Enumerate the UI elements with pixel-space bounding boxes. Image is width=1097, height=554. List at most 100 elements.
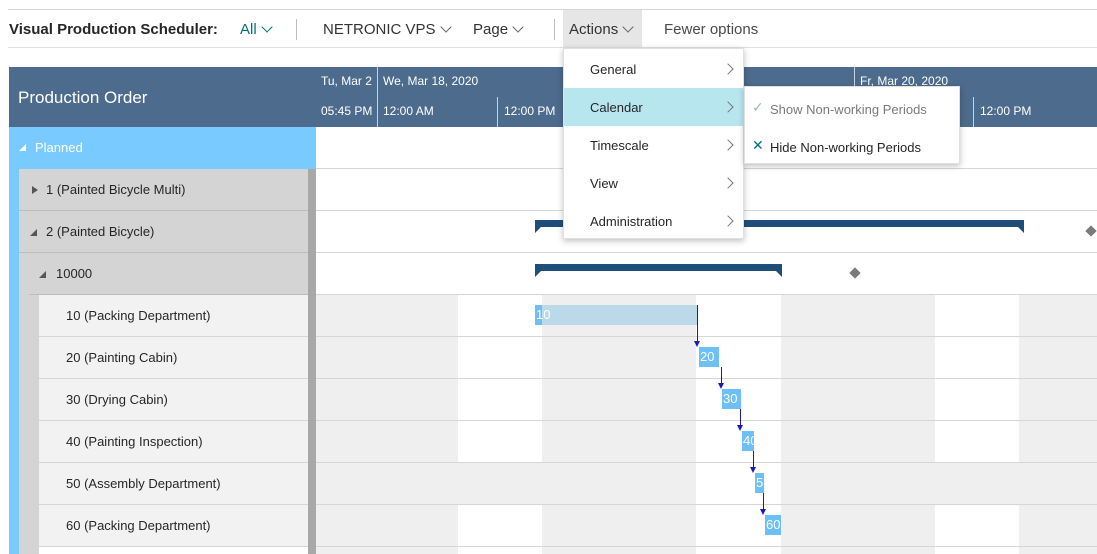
- action-bar: Visual Production Scheduler: All NETRONI…: [0, 0, 1097, 48]
- actions-dropdown: General Calendar Timescale View Administ…: [563, 48, 744, 239]
- netronic-vps-label: NETRONIC VPS: [323, 21, 436, 38]
- operation-row[interactable]: 50 (Assembly Department): [39, 463, 308, 505]
- non-working-period: [786, 463, 1024, 505]
- grid-header: Production Order: [9, 67, 316, 127]
- netronic-vps-menu[interactable]: NETRONIC VPS: [323, 21, 452, 38]
- menu-item-label: Calendar: [590, 100, 643, 115]
- order-label: 2 (Painted Bicycle): [46, 224, 155, 239]
- time-divider: [973, 97, 974, 127]
- group-label: Planned: [35, 140, 83, 155]
- non-working-period: [542, 295, 696, 554]
- time-divider: [497, 97, 498, 127]
- filter-all-dropdown[interactable]: All: [240, 21, 273, 38]
- collapse-triangle-icon[interactable]: [39, 271, 46, 278]
- operation-row[interactable]: 20 (Painting Cabin): [39, 337, 308, 379]
- menu-item-view[interactable]: View: [564, 164, 743, 202]
- order-indent-stripe: [19, 253, 39, 554]
- page-title: Visual Production Scheduler:: [9, 21, 218, 38]
- show-non-working-periods[interactable]: ✓ Show Non-working Periods: [745, 88, 959, 126]
- non-working-period: [1019, 295, 1097, 554]
- order-row[interactable]: 2 (Painted Bicycle): [19, 211, 308, 253]
- row-line: [316, 462, 1097, 463]
- filter-all-label: All: [240, 21, 257, 38]
- operation-label: 20 (Painting Cabin): [66, 350, 178, 365]
- page-menu-label: Page: [473, 21, 509, 38]
- non-working-period: [316, 295, 458, 554]
- dependency-link: [697, 305, 698, 343]
- row-line: [316, 504, 1097, 505]
- toolbar-separator: [296, 19, 297, 40]
- grid-splitter[interactable]: [308, 169, 316, 554]
- chevron-down-icon: [622, 21, 634, 33]
- operation-label: 40 (Painting Inspection): [66, 434, 203, 449]
- operation-bar[interactable]: 30: [722, 389, 741, 409]
- top-divider: [8, 9, 1097, 10]
- group-stripe: [9, 127, 19, 554]
- row-line: [316, 336, 1097, 337]
- line-label: 10000: [56, 266, 93, 281]
- row-line: [316, 378, 1097, 379]
- operation-label: 60 (Packing Department): [66, 518, 211, 533]
- day-label: Tu, Mar 2: [321, 74, 372, 88]
- toolbar-separator: [554, 19, 555, 40]
- operation-label: 30 (Drying Cabin): [66, 392, 168, 407]
- fewer-options-button[interactable]: Fewer options: [664, 21, 758, 38]
- time-label: 12:00 AM: [383, 104, 434, 118]
- line-due-milestone[interactable]: [849, 267, 861, 279]
- operation-bar[interactable]: 60: [765, 515, 781, 535]
- row-line: [316, 420, 1097, 421]
- group-row-planned[interactable]: Planned: [9, 127, 316, 169]
- chevron-right-icon: [722, 63, 734, 75]
- page-menu[interactable]: Page: [473, 21, 524, 38]
- check-icon: ✓: [752, 99, 764, 115]
- day-label: We, Mar 18, 2020: [383, 74, 479, 88]
- operation-row[interactable]: 30 (Drying Cabin): [39, 379, 308, 421]
- menu-item-timescale[interactable]: Timescale: [564, 126, 743, 164]
- operation-label: 50 (Assembly Department): [66, 476, 221, 491]
- operation-row[interactable]: 60 (Packing Department): [39, 505, 308, 547]
- menu-item-label: Timescale: [590, 138, 649, 153]
- expand-triangle-icon[interactable]: [32, 186, 38, 194]
- chevron-right-icon: [722, 215, 734, 227]
- non-working-period: [781, 295, 935, 554]
- bottom-divider: [8, 47, 1097, 48]
- operation-bar[interactable]: 40: [742, 431, 754, 451]
- time-label: 05:45 PM: [321, 104, 373, 118]
- menu-item-calendar[interactable]: Calendar: [564, 88, 743, 126]
- operation-bar[interactable]: 20: [699, 347, 719, 367]
- chevron-down-icon: [512, 21, 524, 33]
- menu-item-general[interactable]: General: [564, 50, 743, 88]
- order-label: 1 (Painted Bicycle Multi): [46, 182, 186, 197]
- line-summary-bar[interactable]: [535, 264, 782, 277]
- x-icon: ✕: [752, 137, 764, 153]
- hide-non-working-periods[interactable]: ✕ Hide Non-working Periods: [745, 126, 959, 164]
- order-row[interactable]: 1 (Painted Bicycle Multi): [19, 169, 308, 211]
- row-line: [316, 294, 1097, 295]
- grid-header-label: Production Order: [18, 88, 148, 107]
- operation-bar[interactable]: 5: [755, 473, 764, 493]
- chevron-down-icon: [261, 21, 273, 33]
- collapse-triangle-icon[interactable]: [19, 144, 26, 151]
- collapse-triangle-icon[interactable]: [30, 229, 37, 236]
- line-row[interactable]: 10000: [29, 253, 308, 295]
- operation-label: 10 (Packing Department): [66, 308, 211, 323]
- row-line: [316, 252, 1097, 253]
- chevron-right-icon: [722, 139, 734, 151]
- chevron-right-icon: [722, 101, 734, 113]
- non-working-period: [458, 463, 547, 505]
- menu-item-label: View: [590, 176, 618, 191]
- operation-bar[interactable]: 10: [535, 305, 698, 325]
- chevron-right-icon: [722, 177, 734, 189]
- operation-row[interactable]: 40 (Painting Inspection): [39, 421, 308, 463]
- actions-menu-label: Actions: [569, 21, 619, 38]
- operation-row[interactable]: 10 (Packing Department): [39, 295, 308, 337]
- time-label: 12:00 PM: [980, 104, 1032, 118]
- submenu-item-label: Hide Non-working Periods: [770, 140, 922, 155]
- time-label: 12:00 PM: [504, 104, 556, 118]
- menu-item-label: General: [590, 62, 637, 77]
- actions-menu[interactable]: Actions: [569, 21, 634, 38]
- menu-item-label: Administration: [590, 214, 673, 229]
- order-due-milestone[interactable]: [1085, 225, 1097, 237]
- calendar-submenu: ✓ Show Non-working Periods ✕ Hide Non-work…: [744, 86, 960, 164]
- menu-item-administration[interactable]: Administration: [564, 202, 743, 240]
